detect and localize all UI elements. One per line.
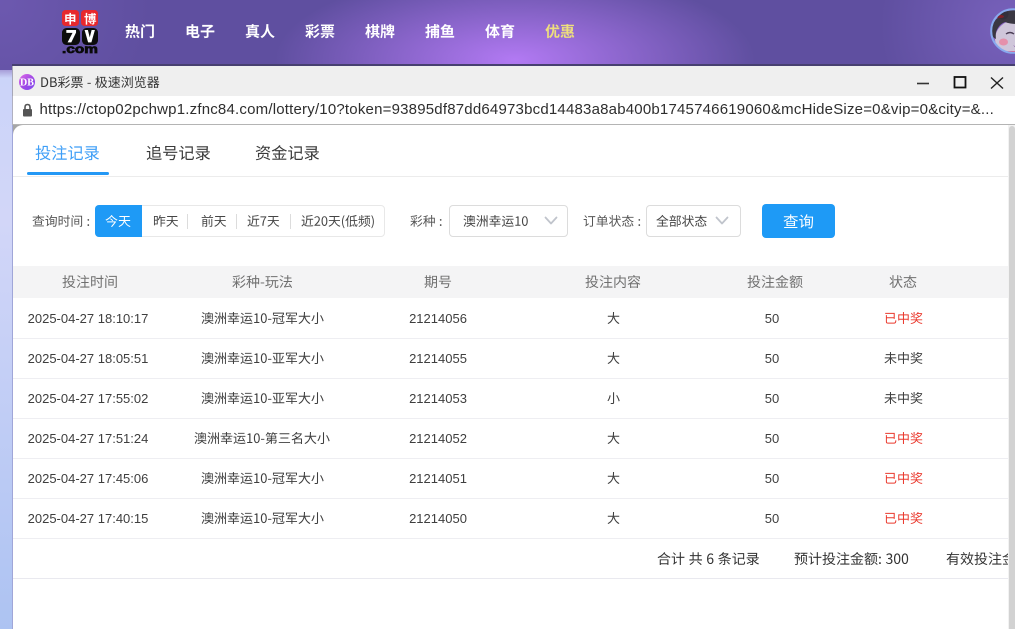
svg-text:DB: DB xyxy=(20,78,34,89)
